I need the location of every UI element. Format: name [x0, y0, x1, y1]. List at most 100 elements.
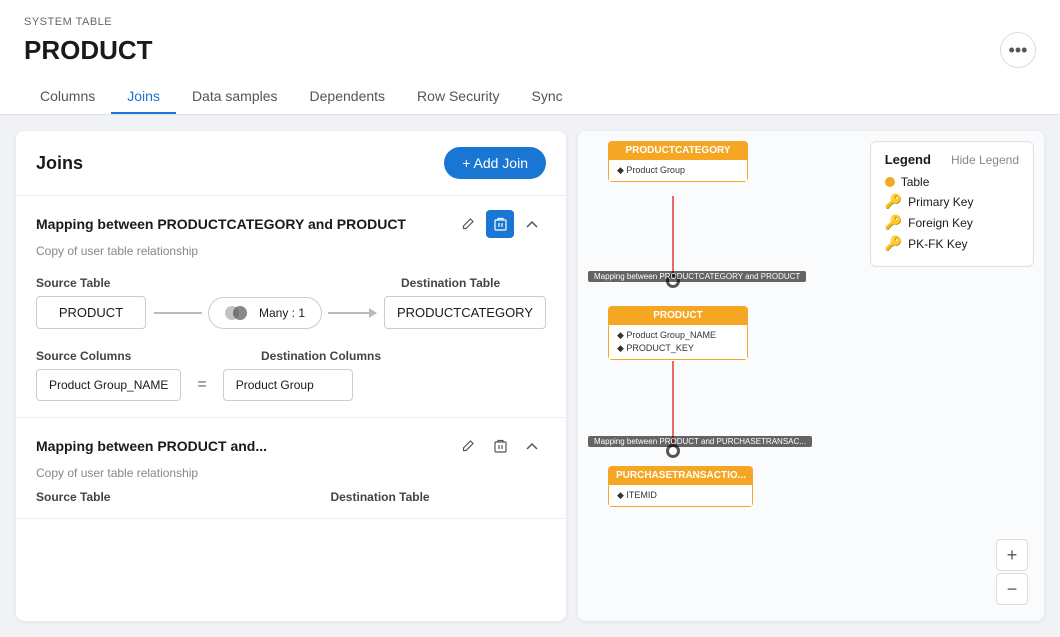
diag-node-purchasetransaction-body: ◆ ITEMID: [608, 485, 753, 507]
diag-node-row: ◆ Product Group_NAME: [617, 329, 739, 342]
pk-fk-key-icon: 🔑: [885, 235, 902, 252]
edit-icon: [461, 217, 475, 231]
edit-join-1-button[interactable]: [454, 210, 482, 238]
system-table-label: SYSTEM TABLE: [24, 16, 1036, 28]
join-item-2-dest-label: Destination Table: [330, 490, 429, 504]
primary-key-icon: 🔑: [885, 193, 902, 210]
zoom-in-button[interactable]: +: [996, 539, 1028, 571]
join-item-1-subtitle: Copy of user table relationship: [16, 244, 566, 268]
relation-box: Many : 1: [208, 297, 322, 329]
table-mapping-labels: Source Table Destination Table: [36, 276, 546, 290]
diag-node-product-body: ◆ Product Group_NAME ◆ PRODUCT_KEY: [608, 325, 748, 360]
col-mapping-row: Product Group_NAME = Product Group: [36, 369, 546, 401]
legend-pk-fk-label: PK-FK Key: [908, 237, 967, 251]
join-item-1-col-mapping: Source Columns Destination Columns Produ…: [16, 345, 566, 417]
delete-join-2-button[interactable]: [486, 432, 514, 460]
collapse-join-1-button[interactable]: [518, 210, 546, 238]
chevron-up-icon: [526, 220, 538, 228]
diag-node-productcategory: PRODUCTCATEGORY ◆ Product Group: [608, 141, 748, 182]
edit-icon-2: [461, 439, 475, 453]
diag-node-row: ◆ Product Group: [617, 164, 739, 177]
dest-table-label: Destination Table: [401, 276, 546, 290]
join-item-1-header: Mapping between PRODUCTCATEGORY and PROD…: [16, 196, 566, 244]
join-item-2-labels: Source Table Destination Table: [16, 490, 566, 518]
diag-node-product-header: PRODUCT: [608, 306, 748, 325]
header: SYSTEM TABLE PRODUCT ••• Columns Joins D…: [0, 0, 1060, 115]
collapse-join-2-button[interactable]: [518, 432, 546, 460]
diag-node-purchasetransaction-header: PURCHASETRANSACTIO...: [608, 466, 753, 485]
delete-icon-2: [494, 439, 507, 453]
zoom-out-button[interactable]: −: [996, 573, 1028, 605]
dest-col-box: Product Group: [223, 369, 353, 401]
legend-table-dot: [885, 177, 895, 187]
tab-dependents[interactable]: Dependents: [294, 80, 402, 114]
tab-joins[interactable]: Joins: [111, 80, 176, 114]
zoom-controls: + −: [996, 539, 1028, 605]
join-item-1-table-mapping: Source Table Destination Table PRODUCT: [16, 268, 566, 345]
joins-panel-header: Joins + Add Join: [16, 131, 566, 196]
legend-foreign-key-label: Foreign Key: [908, 216, 973, 230]
diag-node-product: PRODUCT ◆ Product Group_NAME ◆ PRODUCT_K…: [608, 306, 748, 360]
foreign-key-icon: 🔑: [885, 214, 902, 231]
join-item-2: Mapping between PRODUCT and...: [16, 418, 566, 519]
legend-header: Legend Hide Legend: [885, 152, 1019, 167]
join-item-1-title: Mapping between PRODUCTCATEGORY and PROD…: [36, 216, 454, 232]
legend-item-pk-fk-key: 🔑 PK-FK Key: [885, 235, 1019, 252]
join-item-2-actions: [454, 432, 546, 460]
venn-diagram-icon: [225, 304, 253, 322]
hide-legend-button[interactable]: Hide Legend: [951, 153, 1019, 167]
delete-icon: [494, 217, 507, 231]
tab-columns[interactable]: Columns: [24, 80, 111, 114]
join-item-1: Mapping between PRODUCTCATEGORY and PROD…: [16, 196, 566, 418]
diagram-canvas: PRODUCTCATEGORY ◆ Product Group Mapping …: [578, 131, 1044, 621]
legend-title: Legend: [885, 152, 931, 167]
dest-col-label: Destination Columns: [261, 349, 546, 363]
content-area: Joins + Add Join Mapping between PRODUCT…: [0, 115, 1060, 637]
legend-table-label: Table: [901, 175, 930, 189]
col-mapping-labels: Source Columns Destination Columns: [36, 349, 546, 363]
tab-sync[interactable]: Sync: [516, 80, 579, 114]
more-button[interactable]: •••: [1000, 32, 1036, 68]
page-title-row: PRODUCT •••: [24, 32, 1036, 68]
connector-line-left: [154, 312, 202, 314]
page-wrapper: SYSTEM TABLE PRODUCT ••• Columns Joins D…: [0, 0, 1060, 637]
page-title: PRODUCT: [24, 35, 153, 66]
diag-node-productcategory-body: ◆ Product Group: [608, 160, 748, 182]
legend-box: Legend Hide Legend Table 🔑 Primary Key 🔑…: [870, 141, 1034, 267]
diag-node-row: ◆ ITEMID: [617, 489, 744, 502]
source-col-label: Source Columns: [36, 349, 201, 363]
diag-node-purchasetransaction: PURCHASETRANSACTIO... ◆ ITEMID: [608, 466, 753, 507]
diagram-panel: PRODUCTCATEGORY ◆ Product Group Mapping …: [578, 131, 1044, 621]
legend-item-foreign-key: 🔑 Foreign Key: [885, 214, 1019, 231]
dest-table-box: PRODUCTCATEGORY: [384, 296, 546, 329]
source-table-box: PRODUCT: [36, 296, 146, 329]
source-col-box: Product Group_NAME: [36, 369, 181, 401]
legend-item-table: Table: [885, 175, 1019, 189]
diag-node-productcategory-header: PRODUCTCATEGORY: [608, 141, 748, 160]
chevron-up-icon-2: [526, 442, 538, 450]
relation-connector: Many : 1: [154, 297, 376, 329]
joins-list: Mapping between PRODUCTCATEGORY and PROD…: [16, 196, 566, 621]
legend-item-primary-key: 🔑 Primary Key: [885, 193, 1019, 210]
joins-panel-title: Joins: [36, 153, 83, 174]
delete-join-1-button[interactable]: [486, 210, 514, 238]
table-mapping-row: PRODUCT Many : 1: [36, 296, 546, 329]
join-item-2-header: Mapping between PRODUCT and...: [16, 418, 566, 466]
mapping-badge-1: Mapping between PRODUCTCATEGORY and PROD…: [588, 271, 806, 282]
source-table-label: Source Table: [36, 276, 181, 290]
diag-node-row: ◆ PRODUCT_KEY: [617, 342, 739, 355]
connector-line-right: [328, 312, 376, 314]
join-item-2-subtitle: Copy of user table relationship: [16, 466, 566, 490]
join-item-1-actions: [454, 210, 546, 238]
tab-row-security[interactable]: Row Security: [401, 80, 515, 114]
tabs-bar: Columns Joins Data samples Dependents Ro…: [24, 80, 1036, 114]
join-item-2-source-label: Source Table: [36, 490, 110, 504]
equals-sign: =: [189, 376, 214, 394]
tab-data-samples[interactable]: Data samples: [176, 80, 294, 114]
mapping-badge-2: Mapping between PRODUCT and PURCHASETRAN…: [588, 436, 812, 447]
join-item-2-title: Mapping between PRODUCT and...: [36, 438, 454, 454]
joins-panel: Joins + Add Join Mapping between PRODUCT…: [16, 131, 566, 621]
edit-join-2-button[interactable]: [454, 432, 482, 460]
add-join-button[interactable]: + Add Join: [444, 147, 546, 179]
legend-primary-key-label: Primary Key: [908, 195, 973, 209]
